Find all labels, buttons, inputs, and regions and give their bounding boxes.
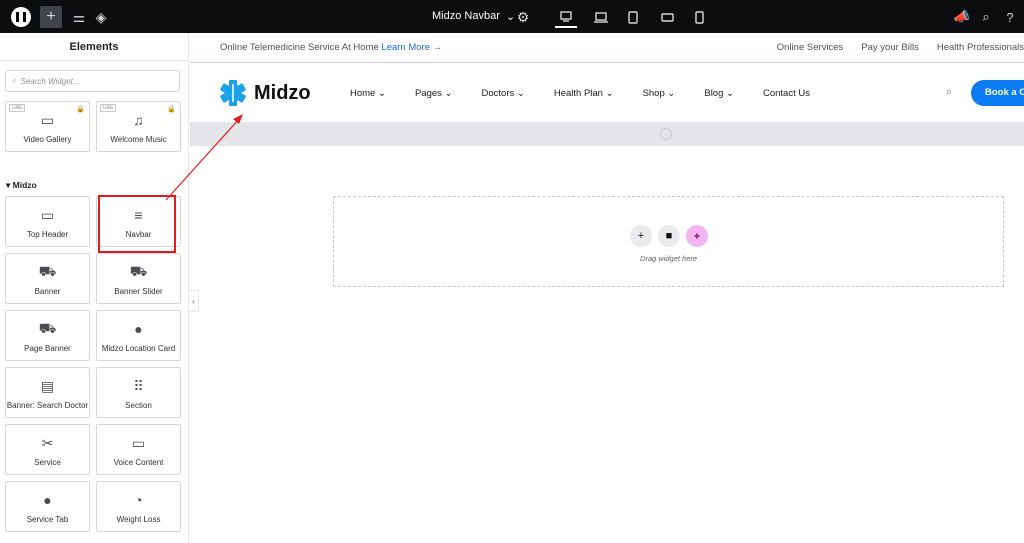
annotation-arrow [165,114,243,201]
